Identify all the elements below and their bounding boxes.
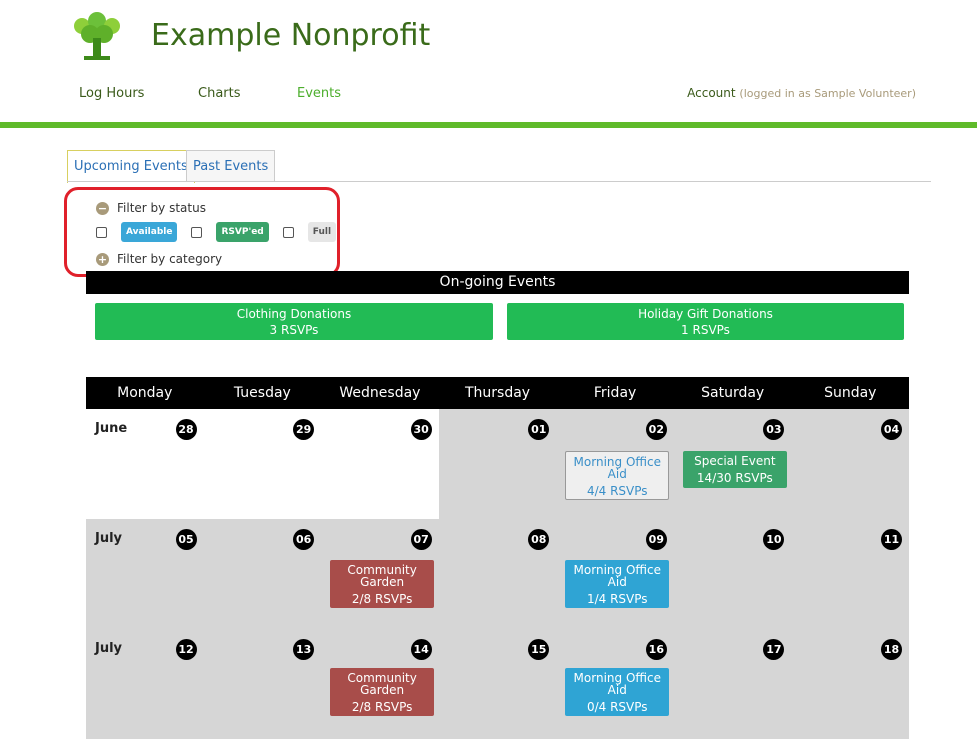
calendar-day: 06 [203,519,322,629]
calendar-day: 29 [203,409,322,519]
ongoing-event-card[interactable]: Holiday Gift Donations 1 RSVPs [507,303,904,340]
month-label: July [95,531,123,546]
day-number: 02 [645,419,667,440]
logged-in-text: (logged in as Sample Volunteer) [739,87,916,100]
weekday-tuesday: Tuesday [233,385,291,401]
event-name: Morning Office Aid [573,563,661,589]
day-number: 08 [528,529,550,550]
month-label: July [95,641,123,656]
tab-upcoming-events[interactable]: Upcoming Events [67,150,195,183]
calendar-day: 11 [791,519,909,629]
tabs-divider [67,181,931,182]
calendar-day: 04 [791,409,909,519]
event-rsvps: 2/8 RSVPs [351,700,413,714]
weekday-monday: Monday [117,385,173,401]
calendar-day: 08 [438,519,557,629]
ongoing-events-header: On-going Events [86,271,909,294]
day-number: 01 [528,419,550,440]
logo-tree-icon [70,12,124,62]
day-number: 05 [175,529,197,550]
ongoing-event-rsvps: 1 RSVPs [681,323,730,337]
ongoing-event-name: Holiday Gift Donations [638,307,773,321]
calendar-day: 02 Morning Office Aid 4/4 RSVPs [556,409,674,519]
calendar-day: 30 [321,409,439,519]
day-number: 03 [763,419,785,440]
ongoing-event-card[interactable]: Clothing Donations 3 RSVPs [95,303,493,340]
event-name: Community Garden [347,563,417,589]
event-rsvps: 0/4 RSVPs [586,700,648,714]
account-link[interactable]: Account [687,86,735,100]
calendar-day: 14 Community Garden 2/8 RSVPs [321,629,439,739]
day-number: 17 [763,639,785,660]
calendar-day: July 05 [86,519,204,629]
day-number: 16 [645,639,667,660]
day-number: 30 [410,419,432,440]
calendar-day: 17 [673,629,792,739]
event-name: Morning Office Aid [573,671,661,697]
day-number: 11 [880,529,902,550]
day-number: 12 [175,639,197,660]
tab-past-events[interactable]: Past Events [186,150,276,182]
calendar-day: 01 [438,409,557,519]
day-number: 18 [880,639,902,660]
calendar-weekday-header: Monday Tuesday Wednesday Thursday Friday… [86,377,909,409]
weekday-thursday: Thursday [464,385,531,401]
calendar-day: 13 [203,629,322,739]
day-number: 28 [175,419,197,440]
calendar-day: July 12 [86,629,204,739]
calendar-day: 18 [791,629,909,739]
calendar-day: June 28 [86,409,204,519]
event-name: Special Event [694,454,776,468]
weekday-sunday: Sunday [824,385,877,401]
event-morning-office-aid[interactable]: Morning Office Aid 1/4 RSVPs [565,560,670,608]
weekday-wednesday: Wednesday [339,385,421,401]
weekday-friday: Friday [593,385,637,401]
event-special-event[interactable]: Special Event 14/30 RSVPs [682,451,787,488]
header-divider [0,122,977,128]
account-area: Account (logged in as Sample Volunteer) [687,86,916,100]
day-number: 10 [763,529,785,550]
day-number: 13 [293,639,315,660]
day-number: 07 [410,529,432,550]
ongoing-event-rsvps: 3 RSVPs [269,323,319,337]
site-title: Example Nonprofit [151,18,431,53]
event-rsvps: 14/30 RSVPs [696,471,773,485]
calendar-day: 03 Special Event 14/30 RSVPs [673,409,792,519]
event-rsvps: 4/4 RSVPs [586,484,648,498]
calendar-day: 16 Morning Office Aid 0/4 RSVPs [556,629,674,739]
event-name: Community Garden [347,671,417,697]
nav-events[interactable]: Events [297,86,341,101]
ongoing-event-name: Clothing Donations [236,307,352,321]
calendar-day: 07 Community Garden 2/8 RSVPs [321,519,439,629]
filter-highlight-annotation [64,187,340,277]
nav-log-hours[interactable]: Log Hours [79,86,144,101]
nav-charts[interactable]: Charts [198,86,241,101]
weekday-saturday: Saturday [701,385,765,401]
event-rsvps: 1/4 RSVPs [586,592,648,606]
calendar-day: 10 [673,519,792,629]
event-name: Morning Office Aid [573,455,661,481]
event-community-garden[interactable]: Community Garden 2/8 RSVPs [330,668,435,716]
event-morning-office-aid[interactable]: Morning Office Aid 4/4 RSVPs [565,451,670,500]
month-label: June [95,421,128,436]
event-community-garden[interactable]: Community Garden 2/8 RSVPs [330,560,435,608]
day-number: 15 [528,639,550,660]
event-morning-office-aid[interactable]: Morning Office Aid 0/4 RSVPs [565,668,670,716]
day-number: 14 [410,639,432,660]
event-rsvps: 2/8 RSVPs [351,592,413,606]
day-number: 06 [293,529,315,550]
day-number: 09 [645,529,667,550]
day-number: 04 [880,419,902,440]
calendar-day: 09 Morning Office Aid 1/4 RSVPs [556,519,674,629]
calendar-day: 15 [438,629,557,739]
day-number: 29 [293,419,315,440]
